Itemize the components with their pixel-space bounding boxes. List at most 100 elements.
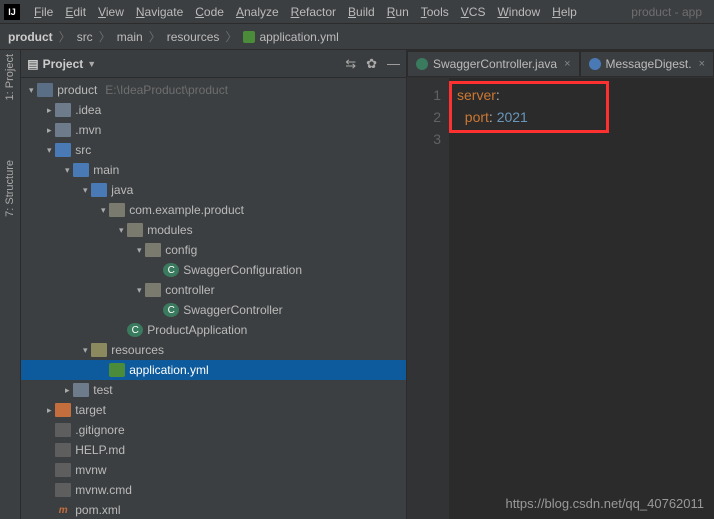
tree-node[interactable]: ▸mpom.xml [21, 500, 406, 519]
menu-code[interactable]: Code [189, 3, 230, 21]
menu-file[interactable]: File [28, 3, 59, 21]
tree-node[interactable]: ▸.gitignore [21, 420, 406, 440]
project-tree[interactable]: ▾productE:\IdeaProduct\product▸.idea▸.mv… [21, 78, 406, 519]
pkg-icon [145, 243, 161, 257]
menu-analyze[interactable]: Analyze [230, 3, 285, 21]
caret-icon[interactable]: ▾ [115, 225, 127, 236]
tree-node[interactable]: ▸mvnw [21, 460, 406, 480]
editor-tab[interactable]: MessageDigest.× [580, 51, 714, 77]
code-editor[interactable]: 1 2 3 server: port: 2021 [407, 78, 714, 519]
gear-icon[interactable]: ✿ [366, 56, 377, 72]
breadcrumb-item[interactable]: src [77, 30, 93, 44]
tree-node[interactable]: ▸.idea [21, 100, 406, 120]
tree-node[interactable]: ▸mvnw.cmd [21, 480, 406, 500]
caret-icon[interactable]: ▸ [43, 405, 55, 416]
tree-node[interactable]: ▾ com.example.product [21, 200, 406, 220]
tree-node[interactable]: ▸.mvn [21, 120, 406, 140]
caret-icon[interactable]: ▾ [133, 285, 145, 296]
menu-tools[interactable]: Tools [415, 3, 455, 21]
caret-icon[interactable]: ▾ [25, 85, 37, 96]
tree-node[interactable]: ▸CProductApplication [21, 320, 406, 340]
tree-node[interactable]: ▸ target [21, 400, 406, 420]
java-icon [55, 143, 71, 157]
caret-icon[interactable]: ▾ [97, 205, 109, 216]
caret-icon[interactable]: ▸ [61, 385, 73, 396]
tree-label: com.example.product [129, 203, 244, 217]
close-icon[interactable]: × [699, 58, 705, 70]
class-icon: C [163, 263, 179, 277]
editor-tab[interactable]: SwaggerController.java× [407, 51, 580, 77]
breadcrumb-item[interactable]: main [117, 30, 143, 44]
tree-node[interactable]: ▾ modules [21, 220, 406, 240]
folder-icon [55, 103, 71, 117]
folder-icon [55, 123, 71, 137]
tree-label: target [75, 403, 106, 417]
tree-label: product [57, 83, 97, 97]
tree-label: config [165, 243, 197, 257]
menu-bar: IJ FileEditViewNavigateCodeAnalyzeRefact… [0, 0, 714, 24]
tree-label: pom.xml [75, 503, 120, 517]
tree-node[interactable]: ▾java [21, 180, 406, 200]
menu-window[interactable]: Window [491, 3, 546, 21]
caret-icon[interactable]: ▾ [61, 165, 73, 176]
structure-tool-button[interactable]: 7: Structure [4, 160, 16, 217]
tree-label: modules [147, 223, 192, 237]
window-title-hint: product - app [631, 5, 710, 19]
tree-node[interactable]: ▾ main [21, 160, 406, 180]
tree-node[interactable]: ▸application.yml [21, 360, 406, 380]
file-type-icon [589, 58, 601, 70]
tree-label: main [93, 163, 119, 177]
tree-node[interactable]: ▾controller [21, 280, 406, 300]
tree-node[interactable]: ▸CSwaggerController [21, 300, 406, 320]
caret-icon[interactable]: ▸ [43, 105, 55, 116]
caret-icon[interactable]: ▾ [79, 185, 91, 196]
project-tool-button[interactable]: 1: Project [4, 54, 16, 100]
class-icon: C [163, 303, 179, 317]
menu-vcs[interactable]: VCS [455, 3, 492, 21]
pkg-icon [127, 223, 143, 237]
tree-node[interactable]: ▾ src [21, 140, 406, 160]
m-icon: m [55, 503, 71, 517]
pkg-icon [109, 203, 125, 217]
tree-label: HELP.md [75, 443, 125, 457]
menu-view[interactable]: View [92, 3, 130, 21]
chevron-right-icon: 〉 [59, 28, 71, 45]
tree-label: src [75, 143, 91, 157]
menu-refactor[interactable]: Refactor [285, 3, 342, 21]
file-icon [55, 483, 71, 497]
hide-icon[interactable]: — [387, 56, 400, 72]
tree-node[interactable]: ▸CSwaggerConfiguration [21, 260, 406, 280]
menu-run[interactable]: Run [381, 3, 415, 21]
menu-edit[interactable]: Edit [59, 3, 92, 21]
yml-icon [243, 31, 255, 43]
menu-build[interactable]: Build [342, 3, 381, 21]
close-icon[interactable]: × [564, 58, 570, 70]
caret-icon[interactable]: ▾ [43, 145, 55, 156]
tree-node[interactable]: ▸test [21, 380, 406, 400]
tree-node[interactable]: ▾resources [21, 340, 406, 360]
editor-tabs: SwaggerController.java×MessageDigest.× [407, 50, 714, 78]
panel-header: ▤ Project ▼ ⇆ ✿ — [21, 50, 406, 78]
java-icon [73, 163, 89, 177]
breadcrumb-item[interactable]: application.yml [243, 30, 338, 44]
menu-help[interactable]: Help [546, 3, 583, 21]
caret-icon[interactable]: ▾ [133, 245, 145, 256]
code-content[interactable]: server: port: 2021 [449, 78, 536, 519]
project-icon: ▤ [27, 57, 38, 71]
tree-node[interactable]: ▾productE:\IdeaProduct\product [21, 80, 406, 100]
panel-title[interactable]: ▤ Project ▼ [27, 57, 96, 71]
java-icon [91, 183, 107, 197]
tree-label: SwaggerConfiguration [183, 263, 302, 277]
tree-node[interactable]: ▾ config [21, 240, 406, 260]
tree-label: mvnw [75, 463, 106, 477]
collapse-icon[interactable]: ⇆ [345, 56, 356, 72]
caret-icon[interactable]: ▸ [43, 125, 55, 136]
tree-label: application.yml [129, 363, 208, 377]
breadcrumb-item[interactable]: resources [167, 30, 220, 44]
caret-icon[interactable]: ▾ [79, 345, 91, 356]
menu-navigate[interactable]: Navigate [130, 3, 189, 21]
res-icon [91, 343, 107, 357]
breadcrumb-item[interactable]: product [8, 30, 53, 44]
target-icon [55, 403, 71, 417]
tree-node[interactable]: ▸HELP.md [21, 440, 406, 460]
